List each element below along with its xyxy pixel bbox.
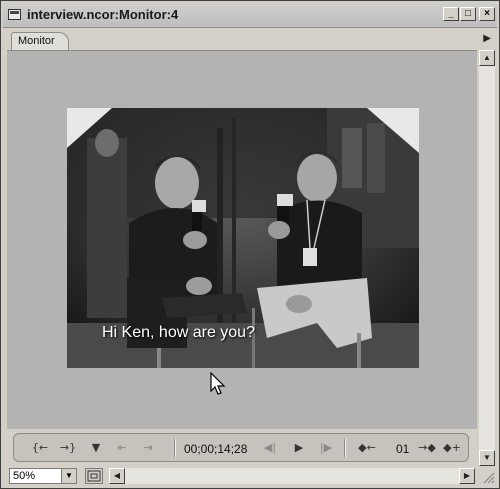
scroll-left-icon[interactable]: ◀ [109,468,125,484]
close-button[interactable]: × [479,7,495,21]
next-marker-icon[interactable]: →◆ [414,440,440,456]
mouse-pointer-icon [210,372,226,395]
step-back-icon[interactable]: ◀| [260,440,280,456]
play-icon[interactable]: ▶ [290,440,308,456]
title-bar[interactable]: interview.ncor:Monitor:4 _ □ × [3,3,497,28]
vertical-scrollbar[interactable]: ▲ ▼ [479,50,495,466]
separator [174,439,176,457]
resize-grip-icon[interactable] [483,472,495,484]
scroll-up-icon[interactable]: ▲ [479,50,495,66]
tab-strip: Monitor ▶ [3,28,497,50]
zoom-value: 50% [13,470,36,482]
go-to-in-icon[interactable]: ⇤ [112,440,132,456]
tab-monitor[interactable]: Monitor [11,32,69,50]
set-in-point-icon[interactable]: {← [28,440,52,456]
horizontal-scrollbar[interactable]: ◀ ▶ [109,468,475,484]
add-marker-icon[interactable]: ◆+ [440,440,464,456]
set-out-point-icon[interactable]: →} [56,440,80,456]
scroll-right-icon[interactable]: ▶ [459,468,475,484]
marker-number: 01 [396,442,410,456]
scroll-down-icon[interactable]: ▼ [479,450,495,466]
video-caption: Hi Ken, how are you? [102,324,255,341]
minimize-button[interactable]: _ [443,7,459,21]
triangle-menu-icon[interactable]: ▶ [483,33,491,44]
separator [344,439,346,457]
window-icon [8,9,21,20]
zoom-select[interactable]: 50% ▼ [9,468,77,484]
window-title: interview.ncor:Monitor:4 [27,7,179,22]
safe-margins-icon[interactable] [85,468,103,484]
transport-controls: {← →} ▼ ⇤ ⇥ 00;00;14;28 ◀| ▶ |▶ ◆← 01 →◆… [13,433,469,462]
step-forward-icon[interactable]: |▶ [316,440,336,456]
previous-marker-icon[interactable]: ◆← [354,440,380,456]
monitor-window: interview.ncor:Monitor:4 _ □ × Monitor ▶… [0,0,500,489]
go-to-out-icon[interactable]: ⇥ [138,440,158,456]
chevron-down-icon[interactable]: ▼ [61,469,76,483]
bottom-bar: 50% ▼ ◀ ▶ [3,466,497,486]
set-marker-icon[interactable]: ▼ [86,440,106,456]
current-timecode[interactable]: 00;00;14;28 [184,442,247,456]
maximize-button[interactable]: □ [460,7,476,21]
